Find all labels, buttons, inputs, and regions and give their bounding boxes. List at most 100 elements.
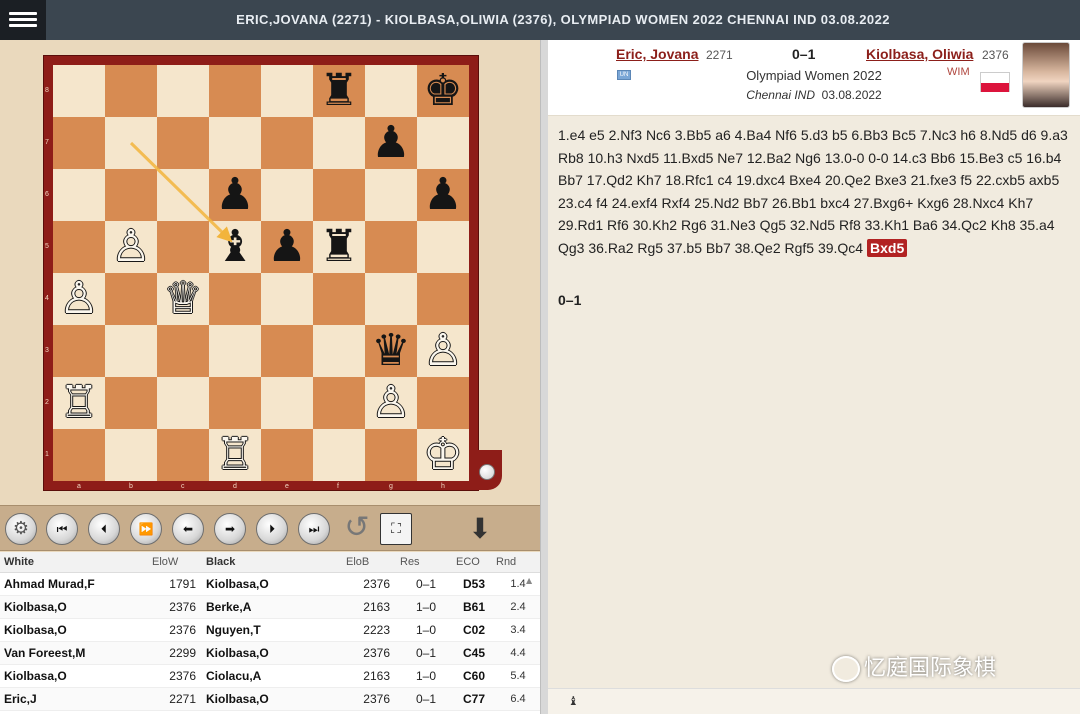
black-pawn-icon[interactable]: ♟ — [261, 221, 313, 273]
square-f6[interactable] — [313, 169, 365, 221]
white-player-name[interactable]: Eric, Jovana — [616, 46, 699, 62]
square-c1[interactable] — [157, 429, 209, 481]
square-d7[interactable] — [209, 117, 261, 169]
header-rnd[interactable]: Rnd — [492, 552, 540, 573]
board-resize-handle[interactable] — [479, 464, 495, 480]
square-b1[interactable] — [105, 429, 157, 481]
square-e2[interactable] — [261, 377, 313, 429]
table-row[interactable]: Kiolbasa,O 2376 Nguyen,T 2223 1–0 C02 3.4 — [0, 618, 540, 642]
table-row[interactable]: Eric,J 2271 Kiolbasa,O 2376 0–1 C77 6.4 — [0, 687, 540, 711]
black-pawn-icon[interactable]: ♟ — [209, 169, 261, 221]
square-c2[interactable] — [157, 377, 209, 429]
header-eco[interactable]: ECO — [452, 552, 492, 573]
square-d8[interactable] — [209, 65, 261, 117]
black-rook-icon[interactable]: ♜ — [313, 221, 365, 273]
square-g8[interactable] — [365, 65, 417, 117]
table-row[interactable]: Van Foreest,M 2299 Kiolbasa,O 2376 0–1 C45 4.4 — [0, 641, 540, 665]
square-c5[interactable] — [157, 221, 209, 273]
black-king-icon[interactable]: ♚ — [417, 65, 469, 117]
black-bishop-icon[interactable]: ♝ — [209, 221, 261, 273]
square-g6[interactable] — [365, 169, 417, 221]
square-b3[interactable] — [105, 325, 157, 377]
square-b2[interactable] — [105, 377, 157, 429]
square-h7[interactable] — [417, 117, 469, 169]
settings-icon[interactable]: ⚙ — [5, 513, 37, 545]
move-text[interactable]: 1.e4 e5 2.Nf3 Nc6 3.Bb5 a6 4.Ba4 Nf6 5.d… — [558, 127, 1068, 256]
square-d4[interactable] — [209, 273, 261, 325]
table-row[interactable]: Kiolbasa,O 2376 Berke,A 2163 1–0 B61 2.4 — [0, 595, 540, 619]
white-pawn-icon[interactable]: ♙ — [105, 221, 157, 273]
square-g5[interactable] — [365, 221, 417, 273]
header-elob[interactable]: EloB — [342, 552, 396, 573]
previous-variation-button[interactable]: ⏴ — [88, 513, 120, 545]
last-move-button[interactable]: ⏭ — [298, 513, 330, 545]
header-elow[interactable]: EloW — [148, 552, 202, 573]
next-variation-button[interactable]: ⏵ — [256, 513, 288, 545]
white-pawn-icon[interactable]: ♙ — [365, 377, 417, 429]
current-move[interactable]: Bxd5 — [867, 238, 908, 257]
black-queen-icon[interactable]: ♛ — [365, 325, 417, 377]
white-pawn-icon[interactable]: ♙ — [417, 325, 469, 377]
square-c3[interactable] — [157, 325, 209, 377]
download-icon[interactable]: ⬇ — [464, 511, 496, 547]
header-res[interactable]: Res — [396, 552, 452, 573]
square-h2[interactable] — [417, 377, 469, 429]
square-b4[interactable] — [105, 273, 157, 325]
autoplay-button[interactable]: ⏩ — [130, 513, 162, 545]
square-c6[interactable] — [157, 169, 209, 221]
square-a7[interactable] — [53, 117, 105, 169]
square-d2[interactable] — [209, 377, 261, 429]
square-f3[interactable] — [313, 325, 365, 377]
square-g4[interactable] — [365, 273, 417, 325]
black-pawn-icon[interactable]: ♟ — [417, 169, 469, 221]
white-pawn-icon[interactable]: ♙ — [53, 273, 105, 325]
square-b6[interactable] — [105, 169, 157, 221]
square-a5[interactable] — [53, 221, 105, 273]
square-a3[interactable] — [53, 325, 105, 377]
square-e6[interactable] — [261, 169, 313, 221]
white-king-icon[interactable]: ♔ — [417, 429, 469, 481]
fullscreen-icon[interactable]: ⛶ — [380, 513, 412, 545]
square-h4[interactable] — [417, 273, 469, 325]
previous-move-button[interactable]: ⬅ — [172, 513, 204, 545]
white-rook-icon[interactable]: ♖ — [209, 429, 261, 481]
square-c7[interactable] — [157, 117, 209, 169]
square-g1[interactable] — [365, 429, 417, 481]
square-d3[interactable] — [209, 325, 261, 377]
black-rook-icon[interactable]: ♜ — [313, 65, 365, 117]
scroll-up-icon[interactable]: ▲ — [526, 576, 536, 586]
square-b8[interactable] — [105, 65, 157, 117]
square-h5[interactable] — [417, 221, 469, 273]
menu-icon[interactable] — [0, 0, 46, 40]
square-f4[interactable] — [313, 273, 365, 325]
chess-board[interactable]: 8 7 6 5 4 3 2 1 a b c d e f g h ♜ ♚ ♟ ♟ ♟ ♙ ♝ ♟ ♜ ♙ ♕ ♛ ♙ ♖ ♙ ♖ ♔ — [45, 65, 469, 490]
bishop-icon[interactable]: ♝ — [568, 694, 579, 708]
header-black[interactable]: Black — [202, 552, 342, 573]
black-player-name[interactable]: Kiolbasa, Oliwia — [866, 46, 973, 62]
square-b7[interactable] — [105, 117, 157, 169]
panel-divider[interactable] — [540, 40, 548, 714]
square-e4[interactable] — [261, 273, 313, 325]
next-move-button[interactable]: ➡ — [214, 513, 246, 545]
header-white[interactable]: White — [0, 552, 148, 573]
first-move-button[interactable]: ⏮ — [46, 513, 78, 545]
rank-label: 6 — [45, 191, 49, 198]
square-f1[interactable] — [313, 429, 365, 481]
square-a8[interactable] — [53, 65, 105, 117]
table-row[interactable]: Ahmad Murad,F 1791 Kiolbasa,O 2376 0–1 D53 1.4 — [0, 572, 540, 596]
flip-board-icon[interactable]: ↺ — [340, 511, 374, 545]
square-c8[interactable] — [157, 65, 209, 117]
square-e7[interactable] — [261, 117, 313, 169]
square-f7[interactable] — [313, 117, 365, 169]
square-e1[interactable] — [261, 429, 313, 481]
white-queen-icon[interactable]: ♕ — [157, 273, 209, 325]
square-f2[interactable] — [313, 377, 365, 429]
square-a1[interactable] — [53, 429, 105, 481]
square-e3[interactable] — [261, 325, 313, 377]
table-row[interactable]: Kiolbasa,O 2376 Ciolacu,A 2163 1–0 C60 5.4 — [0, 664, 540, 688]
table-cell: 2376 — [148, 664, 202, 688]
white-rook-icon[interactable]: ♖ — [53, 377, 105, 429]
square-a6[interactable] — [53, 169, 105, 221]
square-e8[interactable] — [261, 65, 313, 117]
black-pawn-icon[interactable]: ♟ — [365, 117, 417, 169]
